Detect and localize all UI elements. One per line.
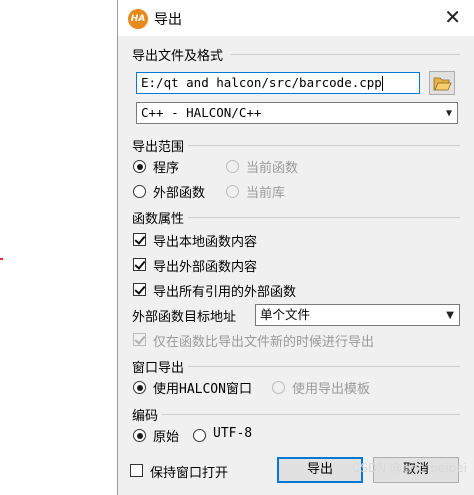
background-window: [0, 0, 117, 495]
export-path-value: E:/qt and halcon/src/barcode.cpp: [141, 75, 382, 90]
folder-open-icon: [433, 77, 452, 91]
browse-folder-button[interactable]: [429, 71, 455, 95]
export-format-value: C++ - HALCON/C++: [141, 105, 262, 120]
export-button[interactable]: 导出: [277, 457, 363, 483]
export-format-select[interactable]: C++ - HALCON/C++ ▼: [136, 102, 458, 124]
export-path-input[interactable]: E:/qt and halcon/src/barcode.cpp: [136, 72, 420, 94]
use-export-template-label: 使用导出模板: [292, 382, 371, 397]
scope-current-function-radio[interactable]: [226, 160, 239, 173]
group-label-export-scope: 导出范围: [132, 140, 185, 155]
chevron-down-icon: ▼: [445, 108, 452, 119]
text-caret: [381, 76, 383, 91]
group-label-encoding: 编码: [132, 409, 159, 424]
scope-program-label: 程序: [153, 161, 180, 176]
export-external-functions-label: 导出外部函数内容: [153, 260, 258, 275]
scope-current-function-label: 当前函数: [246, 161, 299, 176]
group-label-window-export: 窗口导出: [132, 361, 185, 376]
scope-program-radio[interactable]: [133, 160, 146, 173]
title-bar: HA 导出 ✕: [118, 0, 474, 36]
export-local-functions-label: 导出本地函数内容: [153, 235, 258, 250]
close-button[interactable]: ✕: [444, 5, 461, 29]
export-newer-only-checkbox[interactable]: [133, 333, 146, 346]
encoding-original-label: 原始: [153, 430, 180, 445]
scope-current-library-radio[interactable]: [226, 185, 239, 198]
red-marker: [0, 258, 3, 260]
use-halcon-window-label: 使用HALCON窗口: [153, 382, 252, 397]
export-referenced-functions-checkbox[interactable]: [133, 283, 146, 296]
dialog-title: 导出: [154, 12, 182, 28]
use-halcon-window-radio[interactable]: [133, 381, 146, 394]
export-external-functions-checkbox[interactable]: [133, 258, 146, 271]
use-export-template-radio[interactable]: [272, 381, 285, 394]
group-divider: [188, 366, 460, 367]
export-newer-only-label: 仅在函数比导出文件新的时候进行导出: [153, 335, 375, 350]
keep-window-open-label: 保持窗口打开: [150, 466, 229, 481]
encoding-original-radio[interactable]: [133, 429, 146, 442]
scope-external-functions-radio[interactable]: [133, 185, 146, 198]
external-target-value: 单个文件: [260, 307, 311, 322]
export-local-functions-checkbox[interactable]: [133, 233, 146, 246]
encoding-utf8-label: UTF-8: [213, 426, 253, 441]
chevron-down-icon: ▼: [446, 310, 454, 321]
scope-current-library-label: 当前库: [246, 186, 286, 201]
export-dialog: HA 导出 ✕ 导出文件及格式 E:/qt and halcon/src/bar…: [117, 0, 474, 495]
group-label-export-file-format: 导出文件及格式: [132, 49, 224, 64]
group-label-function-properties: 函数属性: [132, 212, 185, 227]
group-divider: [230, 54, 460, 55]
export-referenced-functions-label: 导出所有引用的外部函数: [153, 285, 297, 300]
external-target-label: 外部函数目标地址: [132, 310, 237, 325]
external-target-select[interactable]: 单个文件 ▼: [255, 304, 460, 326]
halcon-logo-icon: HA: [128, 9, 148, 29]
group-divider: [188, 145, 460, 146]
group-divider: [188, 217, 460, 218]
csdn-watermark: CSDN @eric_beibei: [352, 461, 467, 475]
scope-external-functions-label: 外部函数: [153, 186, 206, 201]
keep-window-open-checkbox[interactable]: [130, 464, 143, 477]
encoding-utf8-radio[interactable]: [193, 429, 206, 442]
group-divider: [162, 414, 460, 415]
